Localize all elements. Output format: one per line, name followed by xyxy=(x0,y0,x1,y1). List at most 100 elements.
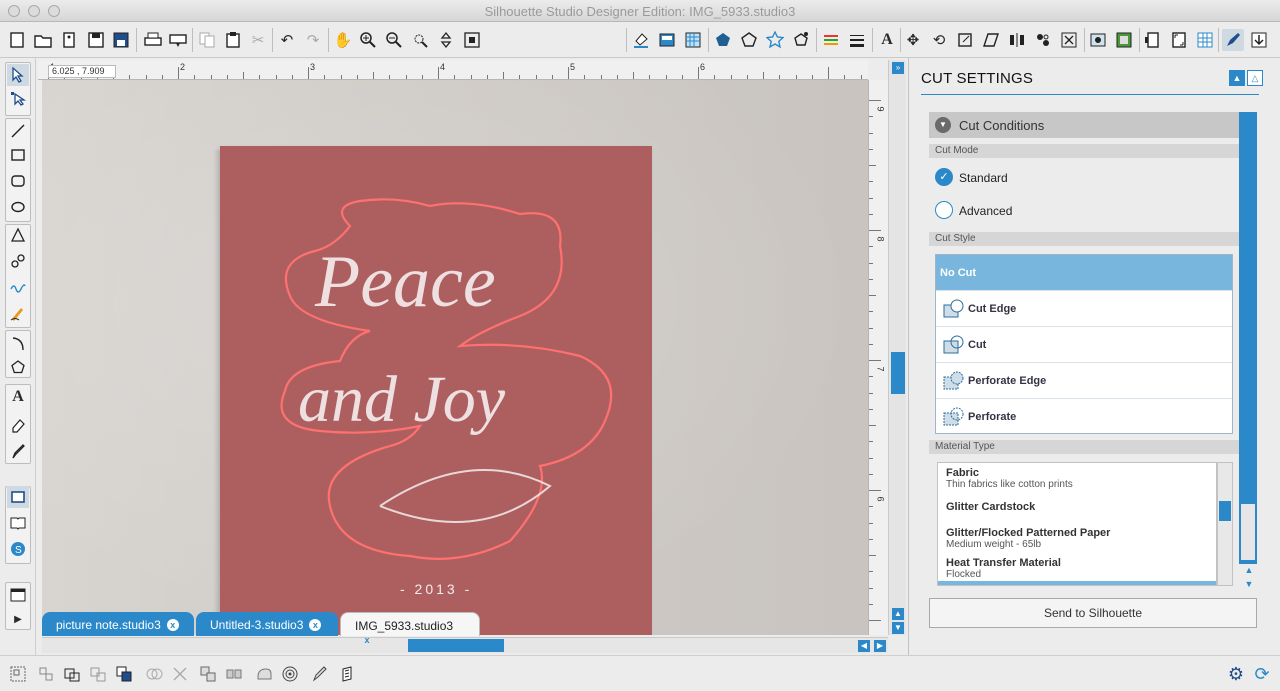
cut-style-cut[interactable]: Cut xyxy=(936,327,1232,363)
panel-expand-icon[interactable]: ▲ xyxy=(1229,70,1245,86)
expand-icon[interactable]: ▶ xyxy=(7,608,29,630)
target-icon[interactable] xyxy=(280,664,300,684)
design-canvas[interactable]: Peace and Joy - 2013 - amily xyxy=(42,80,868,635)
material-glitter-flocked-paper[interactable]: Glitter/Flocked Patterned Paper Medium w… xyxy=(946,527,1110,550)
grid-icon[interactable] xyxy=(1194,29,1216,51)
pan-icon[interactable]: ✋ xyxy=(332,29,354,51)
canvas-horizontal-scrollbar[interactable]: ◀ ▶ xyxy=(42,637,888,653)
delete-icon[interactable] xyxy=(170,664,190,684)
radio-standard[interactable]: ✓ xyxy=(935,168,953,186)
knife-tool-icon[interactable] xyxy=(7,440,29,462)
smooth-freehand-tool-icon[interactable] xyxy=(7,302,29,324)
copy-icon[interactable] xyxy=(196,29,218,51)
refresh-icon[interactable]: ⟳ xyxy=(1252,664,1272,684)
panel-scroll-up-icon[interactable]: ▲ xyxy=(1243,564,1255,576)
duplicate-icon[interactable] xyxy=(198,664,218,684)
scroll-left-icon[interactable]: ◀ xyxy=(858,640,870,652)
cut-settings-icon[interactable] xyxy=(1222,29,1244,51)
print-cut-icon[interactable] xyxy=(167,29,189,51)
material-scroll-thumb[interactable] xyxy=(1219,501,1231,521)
material-heat-transfer[interactable]: Heat Transfer Material Flocked xyxy=(946,557,1061,580)
collapse-panel-icon[interactable]: » xyxy=(892,62,904,74)
pentagon-solid-icon[interactable] xyxy=(712,29,734,51)
line-style-icon[interactable] xyxy=(846,29,868,51)
weld-icon[interactable] xyxy=(144,664,164,684)
open-library-icon[interactable] xyxy=(58,29,80,51)
nest-icon[interactable] xyxy=(1058,29,1080,51)
replicate-icon[interactable] xyxy=(1032,29,1054,51)
new-document-icon[interactable] xyxy=(6,29,28,51)
print-icon[interactable] xyxy=(142,29,164,51)
group-icon[interactable] xyxy=(8,664,28,684)
scroll-down-icon[interactable]: ▼ xyxy=(892,622,904,634)
text-style-icon[interactable]: A xyxy=(876,29,898,51)
bring-to-front-icon[interactable] xyxy=(114,664,134,684)
registration-icon[interactable] xyxy=(1168,29,1190,51)
cut-outline-artwork[interactable]: Peace and Joy - 2013 - amily xyxy=(220,146,652,635)
make-compound-path-icon[interactable] xyxy=(62,664,82,684)
sketch-icon[interactable] xyxy=(310,664,330,684)
material-type-list[interactable]: Fabric Thin fabrics like cotton prints G… xyxy=(937,462,1217,586)
design-page-view-icon[interactable] xyxy=(7,486,29,508)
cut-style-no-cut[interactable]: No Cut xyxy=(936,255,1232,291)
undo-icon[interactable]: ↶ xyxy=(276,29,298,51)
trace-icon[interactable] xyxy=(1113,29,1135,51)
offset-tool-icon[interactable] xyxy=(254,664,274,684)
scale-icon[interactable] xyxy=(954,29,976,51)
drag-zoom-icon[interactable] xyxy=(435,29,457,51)
mirror-icon[interactable] xyxy=(224,664,244,684)
transform-icon[interactable]: ✥ xyxy=(902,29,924,51)
close-tab-icon[interactable]: x xyxy=(361,634,373,646)
radio-advanced[interactable] xyxy=(935,201,953,219)
redo-icon[interactable]: ↷ xyxy=(302,29,324,51)
rectangle-tool-icon[interactable] xyxy=(7,144,29,166)
open-icon[interactable] xyxy=(32,29,54,51)
material-fabric[interactable]: Fabric Thin fabrics like cotton prints xyxy=(946,467,1073,490)
horizontal-scroll-thumb[interactable] xyxy=(408,639,504,652)
release-compound-path-icon[interactable] xyxy=(88,664,108,684)
collapse-section-icon[interactable]: ▼ xyxy=(935,117,951,133)
send-to-silhouette-button[interactable]: Send to Silhouette xyxy=(929,598,1257,628)
eraser-tool-icon[interactable] xyxy=(7,414,29,436)
scroll-right-icon[interactable]: ▶ xyxy=(874,640,886,652)
cut-style-perforate-edge[interactable]: Perforate Edge xyxy=(936,363,1232,399)
line-color-icon[interactable] xyxy=(820,29,842,51)
ellipse-tool-icon[interactable] xyxy=(7,196,29,218)
cut-style-cut-edge[interactable]: Cut Edge xyxy=(936,291,1232,327)
fit-to-page-icon[interactable] xyxy=(461,29,483,51)
page-setup-icon[interactable] xyxy=(1142,29,1164,51)
freehand-tool-icon[interactable] xyxy=(7,276,29,298)
close-tab-icon[interactable]: x xyxy=(309,619,322,631)
settings-gear-icon[interactable]: ⚙ xyxy=(1226,664,1246,684)
panel-scrollbar[interactable] xyxy=(1239,112,1257,564)
fill-gradient-icon[interactable] xyxy=(682,29,704,51)
cut-style-perforate[interactable]: Perforate xyxy=(936,399,1232,435)
scroll-up-icon[interactable]: ▲ xyxy=(892,608,904,620)
offset-icon[interactable] xyxy=(1087,29,1109,51)
shape-rotate-icon[interactable] xyxy=(790,29,812,51)
material-list-scrollbar[interactable] xyxy=(1217,462,1233,586)
doc-tab-untitled-3[interactable]: Untitled-3.studio3 x xyxy=(196,612,338,636)
zoom-out-icon[interactable] xyxy=(383,29,405,51)
close-tab-icon[interactable]: x xyxy=(166,619,179,631)
pentagon-outline-icon[interactable] xyxy=(738,29,760,51)
select-tool-icon[interactable] xyxy=(7,64,29,86)
curve-tool-icon[interactable] xyxy=(7,250,29,272)
cut-conditions-header[interactable]: ▼ Cut Conditions xyxy=(929,112,1239,138)
zoom-select-icon[interactable] xyxy=(409,29,431,51)
text-tool-icon[interactable]: A xyxy=(7,386,29,408)
library-view-icon[interactable] xyxy=(7,512,29,534)
material-glitter-cardstock[interactable]: Glitter Cardstock xyxy=(946,501,1035,513)
rotate-icon[interactable]: ⟲ xyxy=(928,29,950,51)
panel-collapse-icon[interactable]: △ xyxy=(1247,70,1263,86)
panel-scroll-down-icon[interactable]: ▼ xyxy=(1243,578,1255,590)
arc-tool-icon[interactable] xyxy=(7,332,29,354)
doc-tab-img-5933[interactable]: IMG_5933.studio3x xyxy=(340,612,480,645)
fill-color-icon[interactable] xyxy=(630,29,652,51)
canvas-vertical-scrollbar[interactable]: » ▲ ▼ xyxy=(888,60,906,635)
shear-icon[interactable] xyxy=(980,29,1002,51)
line-tool-icon[interactable] xyxy=(7,120,29,142)
fill-pattern-icon[interactable] xyxy=(656,29,678,51)
doc-tab-picture-note[interactable]: picture note.studio3 x xyxy=(42,612,194,636)
paste-icon[interactable] xyxy=(222,29,244,51)
